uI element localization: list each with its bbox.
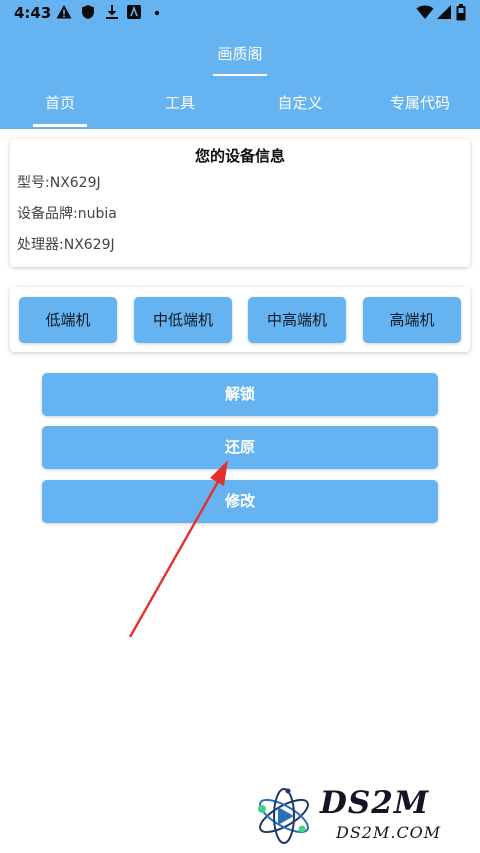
device-tier-card: 低端机 中低端机 中高端机 高端机 [10, 287, 470, 352]
battery-icon [456, 4, 466, 21]
app-notification-icon [127, 5, 141, 19]
more-notifications-icon [154, 10, 160, 16]
tab-custom[interactable]: 自定义 [240, 78, 360, 129]
download-icon [106, 5, 118, 19]
tab-exclusive-code[interactable]: 专属代码 [360, 78, 480, 129]
signal-icon [437, 5, 451, 19]
ds2m-watermark: DS2M DS2M.COM [250, 783, 470, 848]
restore-button[interactable]: 还原 [42, 426, 438, 469]
low-end-button[interactable]: 低端机 [19, 297, 117, 343]
device-info-card: 您的设备信息 型号:NX629J 设备品牌:nubia 处理器:NX629J [10, 139, 470, 267]
device-processor: 处理器:NX629J [17, 237, 115, 253]
tab-tools[interactable]: 工具 [120, 78, 240, 129]
mid-high-end-button[interactable]: 中高端机 [248, 297, 346, 343]
app-bar: 画质阁 首页 工具 自定义 专属代码 [0, 26, 480, 129]
mid-low-end-button[interactable]: 中低端机 [134, 297, 232, 343]
device-model: 型号:NX629J [17, 175, 101, 191]
high-end-button[interactable]: 高端机 [363, 297, 461, 343]
device-info-title: 您的设备信息 [194, 147, 285, 165]
modify-button[interactable]: 修改 [42, 480, 438, 523]
status-time: 4:43 [14, 4, 52, 22]
atom-logo-icon [258, 788, 309, 844]
wifi-icon [416, 5, 434, 19]
title-underline [213, 74, 267, 76]
shield-icon [82, 5, 94, 19]
warning-icon [56, 5, 72, 19]
watermark-domain: DS2M.COM [336, 823, 442, 842]
tab-active-indicator [33, 124, 87, 127]
unlock-button[interactable]: 解锁 [42, 373, 438, 416]
watermark-name: DS2M [320, 785, 430, 821]
status-bar: 4:43 [0, 0, 480, 26]
tab-bar: 首页 工具 自定义 专属代码 [0, 78, 480, 129]
tab-home[interactable]: 首页 [0, 78, 120, 129]
device-brand: 设备品牌:nubia [17, 206, 117, 222]
app-title: 画质阁 [217, 45, 263, 63]
